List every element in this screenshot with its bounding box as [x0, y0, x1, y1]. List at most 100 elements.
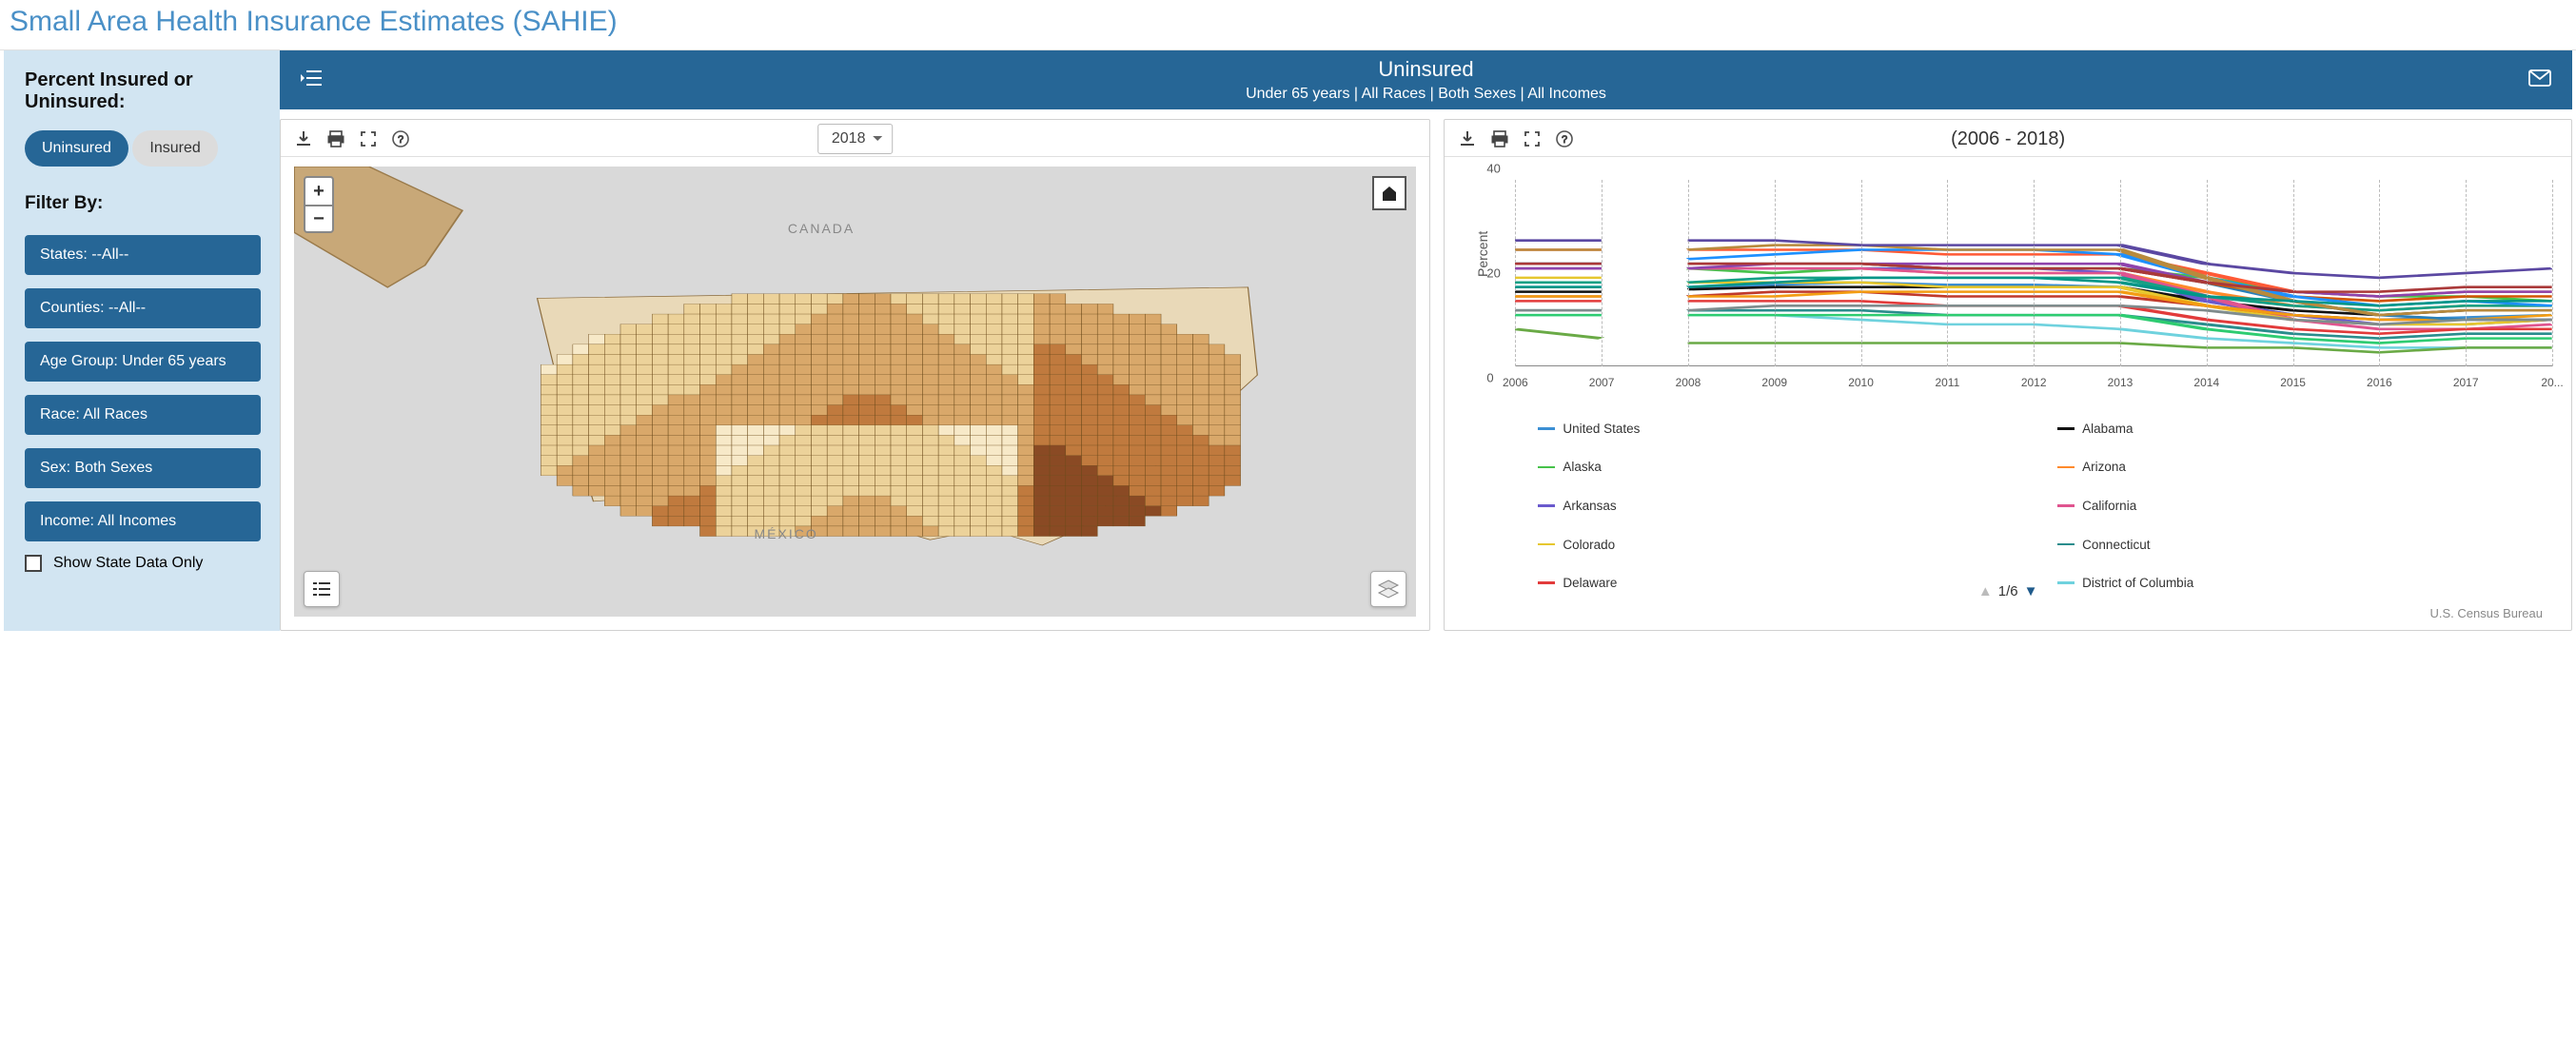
chart-toolbar: ? (2006 - 2018) — [1445, 120, 2571, 157]
header-subtitle: Under 65 years | All Races | Both Sexes … — [1246, 86, 1606, 103]
chart-panel: ? (2006 - 2018) Percent 2006200720082009… — [1444, 119, 2572, 631]
chart-gridline — [2379, 180, 2380, 366]
map-legend-button[interactable] — [304, 571, 340, 607]
legend-swatch — [2057, 504, 2075, 507]
legend-swatch — [1538, 504, 1555, 507]
toggle-label: Percent Insured or Uninsured: — [25, 69, 261, 113]
map-label-canada: CANADA — [788, 221, 855, 236]
toggle-uninsured[interactable]: Uninsured — [25, 130, 128, 167]
chart-plot-area[interactable]: 2006200720082009201020112012201320142015… — [1515, 180, 2552, 389]
filter-sex[interactable]: Sex: Both Sexes — [25, 448, 261, 488]
print-icon[interactable] — [326, 129, 345, 148]
app-container: Percent Insured or Uninsured: Uninsured … — [0, 50, 2576, 631]
toggle-insured[interactable]: Insured — [132, 130, 217, 167]
map-home-button[interactable] — [1372, 176, 1406, 210]
zoom-in-button[interactable]: + — [305, 178, 332, 205]
legend-item[interactable]: Arkansas — [1538, 487, 2019, 524]
map-zoom-control: + − — [304, 176, 334, 233]
fullscreen-icon[interactable] — [359, 129, 378, 148]
filter-race[interactable]: Race: All Races — [25, 395, 261, 435]
chart-gridline — [2466, 180, 2467, 366]
legend-item[interactable]: Colorado — [1538, 526, 2019, 563]
chart-gridline — [1861, 180, 1862, 366]
chart-xtick: 2012 — [2021, 376, 2047, 389]
chart-gridline — [1947, 180, 1948, 366]
filter-counties[interactable]: Counties: --All-- — [25, 288, 261, 328]
legend-item[interactable]: United States — [1538, 410, 2019, 447]
legend-label: Arizona — [2082, 460, 2126, 474]
chart-xtick: 2013 — [2108, 376, 2134, 389]
chart-gridline — [1688, 180, 1689, 366]
legend-item[interactable]: Alabama — [2057, 410, 2539, 447]
chart-body: Percent 20062007200820092010201120122013… — [1458, 163, 2558, 624]
year-dropdown[interactable]: 2018 — [817, 124, 894, 154]
chart-ytick: 0 — [1486, 371, 1493, 385]
state-only-row[interactable]: Show State Data Only — [25, 555, 261, 572]
legend-swatch — [1538, 427, 1555, 430]
legend-label: Delaware — [1563, 576, 1617, 590]
chart-legend: United States Alabama Alaska Arizona Arkansa… — [1538, 410, 2539, 601]
legend-label: District of Columbia — [2082, 576, 2193, 590]
filter-income[interactable]: Income: All Incomes — [25, 501, 261, 541]
legend-swatch — [1538, 581, 1555, 584]
legend-label: Alaska — [1563, 460, 1602, 474]
chart-footer: U.S. Census Bureau — [2429, 606, 2543, 620]
chart-xtick: 2014 — [2193, 376, 2219, 389]
legend-item[interactable]: Arizona — [2057, 449, 2539, 486]
legend-item[interactable]: Delaware — [1538, 564, 2019, 601]
legend-prev-icon[interactable]: ▲ — [1978, 583, 1993, 599]
legend-label: Colorado — [1563, 538, 1615, 552]
chart-xtick: 2008 — [1676, 376, 1701, 389]
print-icon[interactable] — [1490, 129, 1509, 148]
map-background — [294, 167, 1416, 617]
chart-ytick: 20 — [1486, 266, 1500, 281]
chart-title-range: (2006 - 2018) — [1951, 128, 2065, 150]
legend-item[interactable]: California — [2057, 487, 2539, 524]
main: Uninsured Under 65 years | All Races | B… — [280, 50, 2572, 631]
legend-next-icon[interactable]: ▼ — [2024, 583, 2038, 599]
help-icon[interactable]: ? — [391, 129, 410, 148]
help-icon[interactable]: ? — [1555, 129, 1574, 148]
map-layers-button[interactable] — [1370, 571, 1406, 607]
header-title: Uninsured — [1246, 57, 1606, 82]
chart-gridline — [2034, 180, 2035, 366]
fullscreen-icon[interactable] — [1523, 129, 1542, 148]
mail-icon[interactable] — [2528, 68, 2551, 92]
chart-xtick: 2006 — [1503, 376, 1528, 389]
state-only-checkbox[interactable] — [25, 555, 42, 572]
chart-xtick: 2015 — [2280, 376, 2306, 389]
chart-xtick: 20... — [2541, 376, 2563, 389]
chart-gridline — [1602, 180, 1603, 366]
filter-age[interactable]: Age Group: Under 65 years — [25, 342, 261, 382]
legend-label: California — [2082, 499, 2136, 513]
collapse-sidebar-icon[interactable] — [301, 68, 322, 92]
legend-page-indicator: 1/6 — [1998, 583, 2018, 599]
chart-gridline — [2293, 180, 2294, 366]
zoom-out-button[interactable]: − — [305, 205, 332, 231]
chart-gridline — [2120, 180, 2121, 366]
legend-item[interactable]: District of Columbia — [2057, 564, 2539, 601]
filter-states[interactable]: States: --All-- — [25, 235, 261, 275]
legend-swatch — [1538, 543, 1555, 546]
sidebar: Percent Insured or Uninsured: Uninsured … — [4, 50, 280, 631]
header-title-block: Uninsured Under 65 years | All Races | B… — [1246, 57, 1606, 103]
legend-label: Connecticut — [2082, 538, 2150, 552]
legend-label: Arkansas — [1563, 499, 1616, 513]
map-canvas[interactable]: CANADA MÉXICO + − — [294, 167, 1416, 617]
chart-xtick: 2007 — [1589, 376, 1615, 389]
header-bar: Uninsured Under 65 years | All Races | B… — [280, 50, 2572, 109]
chart-gridline — [1515, 180, 1516, 366]
legend-label: Alabama — [2082, 422, 2133, 436]
legend-swatch — [2057, 427, 2075, 430]
chart-xtick: 2016 — [2367, 376, 2392, 389]
chart-xtick: 2010 — [1848, 376, 1874, 389]
legend-swatch — [2057, 543, 2075, 546]
legend-item[interactable]: Connecticut — [2057, 526, 2539, 563]
map-toolbar: ? 2018 — [281, 120, 1429, 157]
chart-ytick: 40 — [1486, 162, 1500, 176]
download-icon[interactable] — [1458, 129, 1477, 148]
legend-item[interactable]: Alaska — [1538, 449, 2019, 486]
download-icon[interactable] — [294, 129, 313, 148]
chart-xtick: 2011 — [1935, 376, 1959, 389]
chart-xtick: 2017 — [2453, 376, 2479, 389]
